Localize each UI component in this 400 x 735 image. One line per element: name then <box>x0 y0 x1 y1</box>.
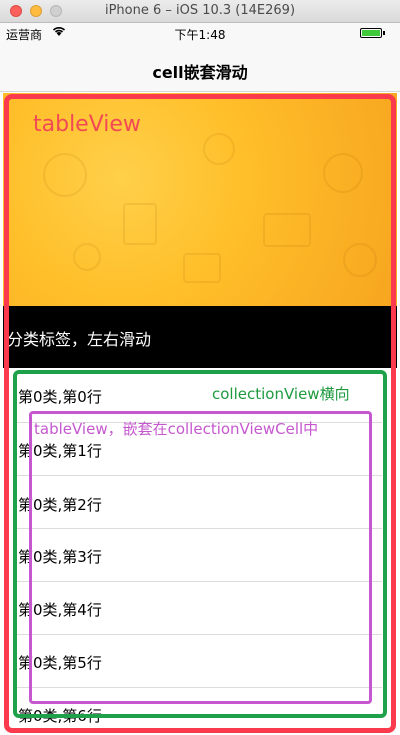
decorative-pattern <box>343 243 377 277</box>
table-row[interactable]: 第0类,第6行 <box>17 688 382 735</box>
decorative-pattern <box>73 243 101 271</box>
row-label: 第0类,第5行 <box>18 654 102 672</box>
collectionview-label: collectionView横向 <box>212 385 350 403</box>
status-bar: 运营商 下午1:48 <box>0 23 400 43</box>
category-tab-bar[interactable]: 分类标签，左右滑动 <box>3 306 397 368</box>
table-row[interactable]: 第0类,第4行 <box>17 582 382 635</box>
row-label: 第0类,第0行 <box>18 388 102 406</box>
row-label: 第0类,第1行 <box>18 442 102 460</box>
table-row[interactable]: 第0类,第5行 <box>17 635 382 688</box>
nav-title: cell嵌套滑动 <box>152 63 248 82</box>
decorative-pattern <box>123 203 157 245</box>
decorative-pattern <box>203 133 235 165</box>
decorative-pattern <box>43 153 87 197</box>
row-label: 第0类,第4行 <box>18 601 102 619</box>
table-row[interactable]: 第0类,第2行 <box>17 476 382 529</box>
status-time: 下午1:48 <box>174 28 226 42</box>
simulator-titlebar: iPhone 6 – iOS 10.3 (14E269) <box>0 0 400 23</box>
decorative-pattern <box>183 253 221 283</box>
battery-tip <box>383 31 385 35</box>
navigation-bar: cell嵌套滑动 <box>0 43 400 92</box>
simulator-title: iPhone 6 – iOS 10.3 (14E269) <box>104 3 296 18</box>
outer-tableview-label: tableView <box>33 112 141 137</box>
inner-tableview-label: tableView，嵌套在collectionViewCell中 <box>34 420 319 438</box>
decorative-pattern <box>323 153 363 193</box>
row-label: 第0类,第2行 <box>18 496 102 514</box>
battery-icon <box>360 28 382 38</box>
row-label: 第0类,第3行 <box>18 548 102 566</box>
row-label: 第0类,第6行 <box>18 707 102 725</box>
decorative-pattern <box>263 213 311 247</box>
table-row[interactable]: 第0类,第3行 <box>17 529 382 582</box>
category-bar-label: 分类标签，左右滑动 <box>7 330 152 349</box>
